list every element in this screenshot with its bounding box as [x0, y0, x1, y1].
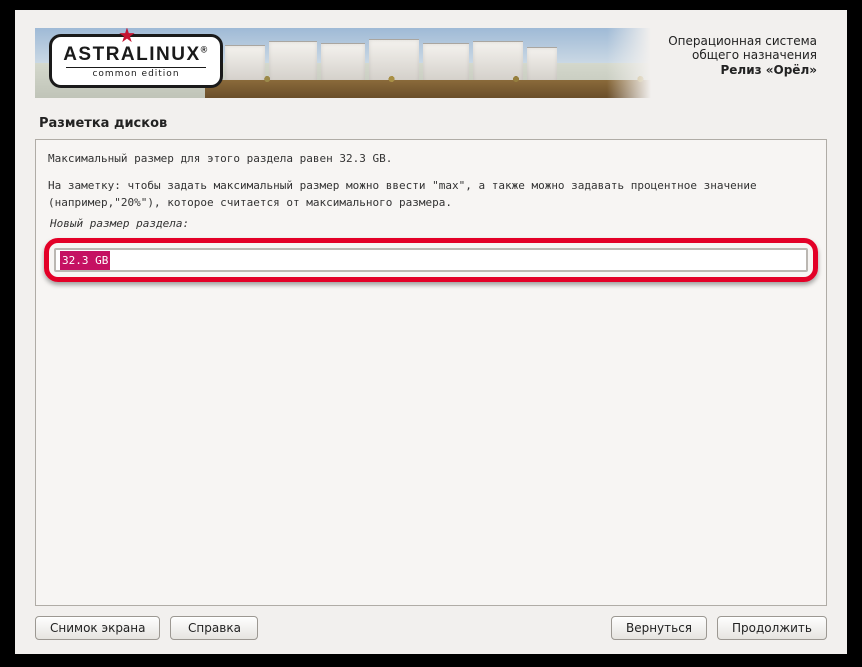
banner-right: Операционная система общего назначения Р… — [607, 28, 827, 98]
note-message: На заметку: чтобы задать максимальный ра… — [48, 177, 814, 211]
star-icon: ★ — [118, 28, 136, 47]
logo-main: ASTRALINUX® — [63, 44, 209, 66]
partition-size-input[interactable]: 32.3 GB — [60, 251, 110, 270]
logo-reg: ® — [201, 44, 209, 54]
banner-line2: общего назначения — [607, 48, 817, 62]
field-label: Новый размер раздела: — [50, 215, 814, 232]
logo-sub: common edition — [66, 67, 206, 79]
partition-size-input-row[interactable]: 32.3 GB — [54, 248, 808, 272]
back-button[interactable]: Вернуться — [611, 616, 707, 640]
screenshot-button[interactable]: Снимок экрана — [35, 616, 160, 640]
help-button[interactable]: Справка — [170, 616, 258, 640]
logo: ★ ASTRALINUX® common edition — [49, 34, 223, 88]
banner-line1: Операционная система — [607, 34, 817, 48]
max-size-message: Максимальный размер для этого раздела ра… — [48, 150, 814, 167]
input-highlight: 32.3 GB — [44, 238, 818, 282]
continue-button[interactable]: Продолжить — [717, 616, 827, 640]
banner-line3: Релиз «Орёл» — [607, 63, 817, 77]
section-title: Разметка дисков — [39, 116, 827, 131]
left-buttons: Снимок экрана Справка — [35, 616, 258, 640]
banner: ★ ASTRALINUX® common edition Операционна… — [35, 28, 827, 98]
right-buttons: Вернуться Продолжить — [611, 616, 827, 640]
content-box: Максимальный размер для этого раздела ра… — [35, 139, 827, 606]
installer-window: ★ ASTRALINUX® common edition Операционна… — [15, 10, 847, 654]
button-row: Снимок экрана Справка Вернуться Продолжи… — [15, 606, 847, 654]
